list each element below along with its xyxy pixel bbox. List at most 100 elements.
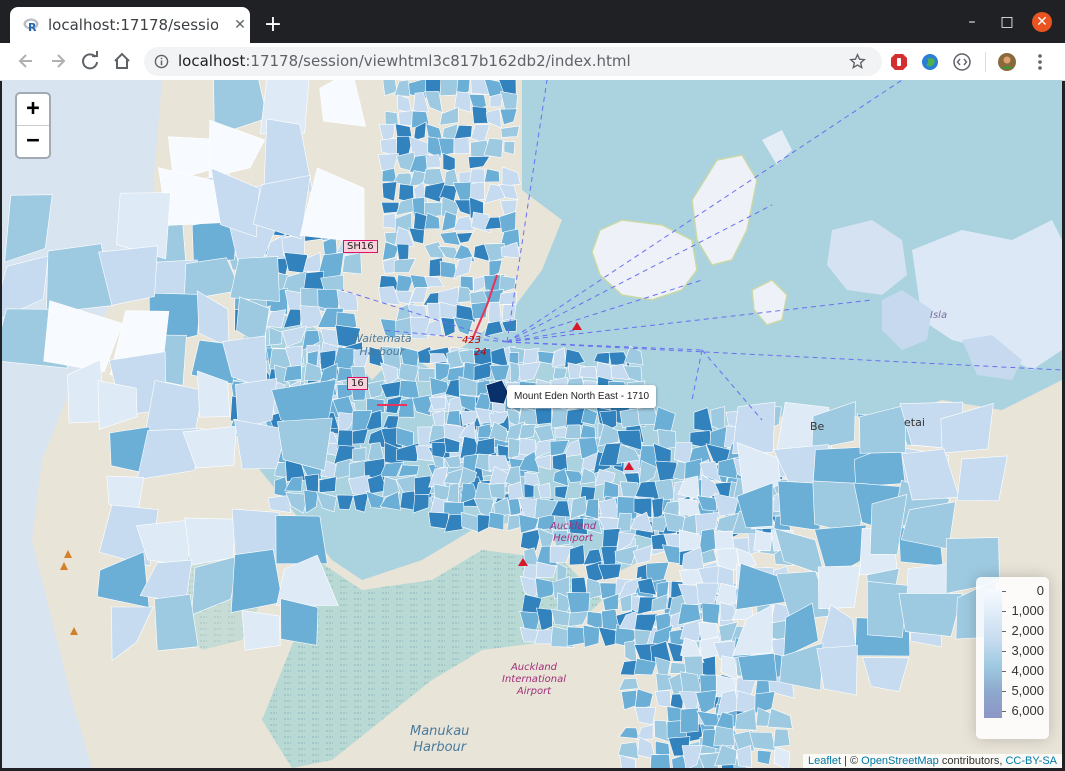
- area-polygon[interactable]: [469, 168, 486, 184]
- leaflet-map[interactable]: Waitematā Harbour Manukau Harbour Auckla…: [2, 80, 1062, 768]
- area-polygon[interactable]: [593, 352, 611, 365]
- area-polygon[interactable]: [336, 494, 354, 510]
- area-polygon[interactable]: [565, 424, 582, 440]
- area-polygon[interactable]: [956, 455, 1008, 502]
- info-icon[interactable]: [154, 54, 169, 69]
- area-polygon[interactable]: [534, 407, 552, 425]
- adblock-extension-icon[interactable]: [890, 53, 908, 71]
- area-polygon[interactable]: [749, 731, 777, 751]
- area-polygon[interactable]: [412, 493, 430, 514]
- area-polygon[interactable]: [397, 464, 420, 477]
- code-extension-icon[interactable]: [953, 53, 971, 71]
- profile-avatar-icon[interactable]: [998, 53, 1016, 71]
- browser-menu-icon[interactable]: [1030, 52, 1050, 72]
- area-polygon[interactable]: [144, 380, 204, 435]
- address-bar[interactable]: localhost:17178/session/viewhtml3c817b16…: [144, 47, 882, 76]
- area-polygon[interactable]: [267, 495, 292, 513]
- area-polygon[interactable]: [584, 498, 599, 520]
- area-polygon[interactable]: [582, 624, 600, 648]
- license-link[interactable]: CC-BY-SA: [1005, 755, 1057, 767]
- area-polygon[interactable]: [533, 424, 555, 442]
- area-polygon[interactable]: [230, 549, 283, 613]
- zoom-out-button[interactable]: −: [17, 126, 49, 157]
- area-polygon[interactable]: [579, 365, 599, 379]
- area-polygon[interactable]: [619, 407, 641, 428]
- area-polygon[interactable]: [680, 707, 699, 734]
- area-polygon[interactable]: [817, 565, 861, 610]
- area-polygon[interactable]: [518, 361, 542, 382]
- area-polygon[interactable]: [318, 476, 337, 493]
- area-polygon[interactable]: [859, 404, 906, 454]
- area-polygon[interactable]: [381, 201, 400, 214]
- area-polygon[interactable]: [268, 326, 283, 346]
- area-polygon[interactable]: [471, 106, 489, 124]
- area-polygon[interactable]: [283, 364, 302, 382]
- area-polygon[interactable]: [154, 593, 199, 652]
- area-polygon[interactable]: [498, 291, 517, 305]
- leaflet-link[interactable]: Leaflet: [808, 755, 841, 767]
- area-polygon[interactable]: [898, 592, 963, 637]
- globe-extension-icon[interactable]: [921, 53, 939, 71]
- area-polygon[interactable]: [713, 725, 736, 747]
- area-polygon[interactable]: [184, 517, 237, 566]
- area-polygon[interactable]: [518, 424, 537, 440]
- browser-tab[interactable]: R localhost:17178/session/v ✕: [10, 7, 250, 43]
- area-polygon[interactable]: [537, 482, 551, 499]
- area-polygon[interactable]: [315, 491, 337, 513]
- area-polygon[interactable]: [488, 301, 502, 324]
- area-polygon[interactable]: [241, 610, 281, 651]
- area-polygon[interactable]: [397, 397, 415, 418]
- area-polygon[interactable]: [650, 753, 671, 768]
- area-polygon[interactable]: [275, 515, 328, 565]
- area-polygon[interactable]: [737, 652, 778, 682]
- area-polygon[interactable]: [303, 489, 319, 514]
- area-polygon[interactable]: [501, 304, 517, 321]
- area-polygon[interactable]: [229, 256, 280, 302]
- area-polygon[interactable]: [453, 136, 470, 154]
- area-polygon[interactable]: [554, 485, 569, 499]
- new-tab-icon[interactable]: +: [262, 14, 284, 36]
- back-icon[interactable]: [16, 51, 36, 71]
- home-icon[interactable]: [112, 51, 132, 71]
- forward-icon[interactable]: [48, 51, 68, 71]
- area-polygon[interactable]: [281, 325, 308, 348]
- area-polygon[interactable]: [773, 728, 791, 748]
- area-polygon[interactable]: [425, 154, 442, 169]
- area-polygon[interactable]: [579, 424, 596, 439]
- bookmark-star-icon[interactable]: [849, 53, 866, 70]
- area-polygon[interactable]: [351, 428, 369, 445]
- area-polygon[interactable]: [381, 181, 398, 202]
- area-polygon[interactable]: [653, 406, 676, 432]
- area-polygon[interactable]: [351, 447, 367, 462]
- area-polygon[interactable]: [603, 480, 619, 499]
- area-polygon[interactable]: [488, 511, 505, 531]
- area-polygon[interactable]: [469, 181, 485, 202]
- area-polygon[interactable]: [411, 394, 433, 417]
- area-polygon[interactable]: [382, 212, 397, 229]
- window-close-icon[interactable]: ✕: [1032, 12, 1052, 32]
- reload-icon[interactable]: [80, 51, 100, 71]
- maximize-icon[interactable]: □: [997, 12, 1017, 32]
- area-polygon[interactable]: [623, 345, 644, 366]
- area-polygon[interactable]: [342, 252, 363, 275]
- area-polygon[interactable]: [352, 492, 369, 513]
- area-polygon[interactable]: [366, 379, 385, 399]
- zoom-in-button[interactable]: +: [17, 94, 49, 126]
- area-polygon[interactable]: [382, 415, 400, 430]
- area-polygon[interactable]: [580, 407, 598, 426]
- area-polygon[interactable]: [693, 407, 714, 433]
- area-polygon[interactable]: [484, 168, 500, 183]
- openstreetmap-link[interactable]: OpenStreetMap: [861, 755, 939, 767]
- minimize-icon[interactable]: –: [962, 12, 982, 32]
- area-polygon[interactable]: [446, 410, 461, 427]
- area-polygon[interactable]: [428, 511, 449, 530]
- area-polygon[interactable]: [655, 460, 678, 483]
- area-polygon[interactable]: [488, 482, 506, 499]
- area-polygon[interactable]: [552, 347, 567, 368]
- area-polygon[interactable]: [756, 749, 772, 765]
- area-polygon[interactable]: [654, 689, 671, 708]
- area-polygon[interactable]: [753, 529, 773, 552]
- tab-close-icon[interactable]: ✕: [232, 17, 248, 33]
- area-polygon[interactable]: [701, 602, 721, 625]
- area-polygon[interactable]: [399, 379, 421, 401]
